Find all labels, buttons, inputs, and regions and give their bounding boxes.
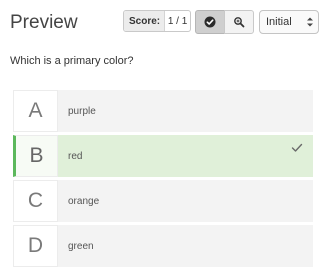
option-letter: D <box>13 225 58 267</box>
option-letter: B <box>13 135 58 177</box>
page-title: Preview <box>10 12 78 33</box>
score-display: Score: 1 / 1 <box>123 10 191 32</box>
option-text: red <box>68 150 83 162</box>
score-value: 1 / 1 <box>167 15 188 27</box>
option-a[interactable]: A purple <box>13 90 313 132</box>
option-d[interactable]: D green <box>13 225 313 267</box>
option-letter: C <box>13 180 58 222</box>
answer-options: A purple B red C orange D green <box>13 90 313 270</box>
option-text: green <box>68 240 94 252</box>
select-arrows-icon <box>307 17 313 27</box>
state-select[interactable]: Initial <box>259 10 319 34</box>
magnifier-icon <box>234 17 245 28</box>
check-answer-button[interactable] <box>195 10 225 34</box>
option-c[interactable]: C orange <box>13 180 313 222</box>
score-label: Score: <box>124 11 166 31</box>
option-text: purple <box>68 105 96 117</box>
check-circle-icon <box>204 16 216 28</box>
checkmark-icon <box>291 143 303 152</box>
question-prompt: Which is a primary color? <box>10 55 134 67</box>
option-b[interactable]: B red <box>13 135 313 177</box>
state-select-value: Initial <box>266 16 292 28</box>
option-letter: A <box>13 90 58 132</box>
option-text: orange <box>68 195 100 207</box>
zoom-button[interactable] <box>224 10 254 34</box>
